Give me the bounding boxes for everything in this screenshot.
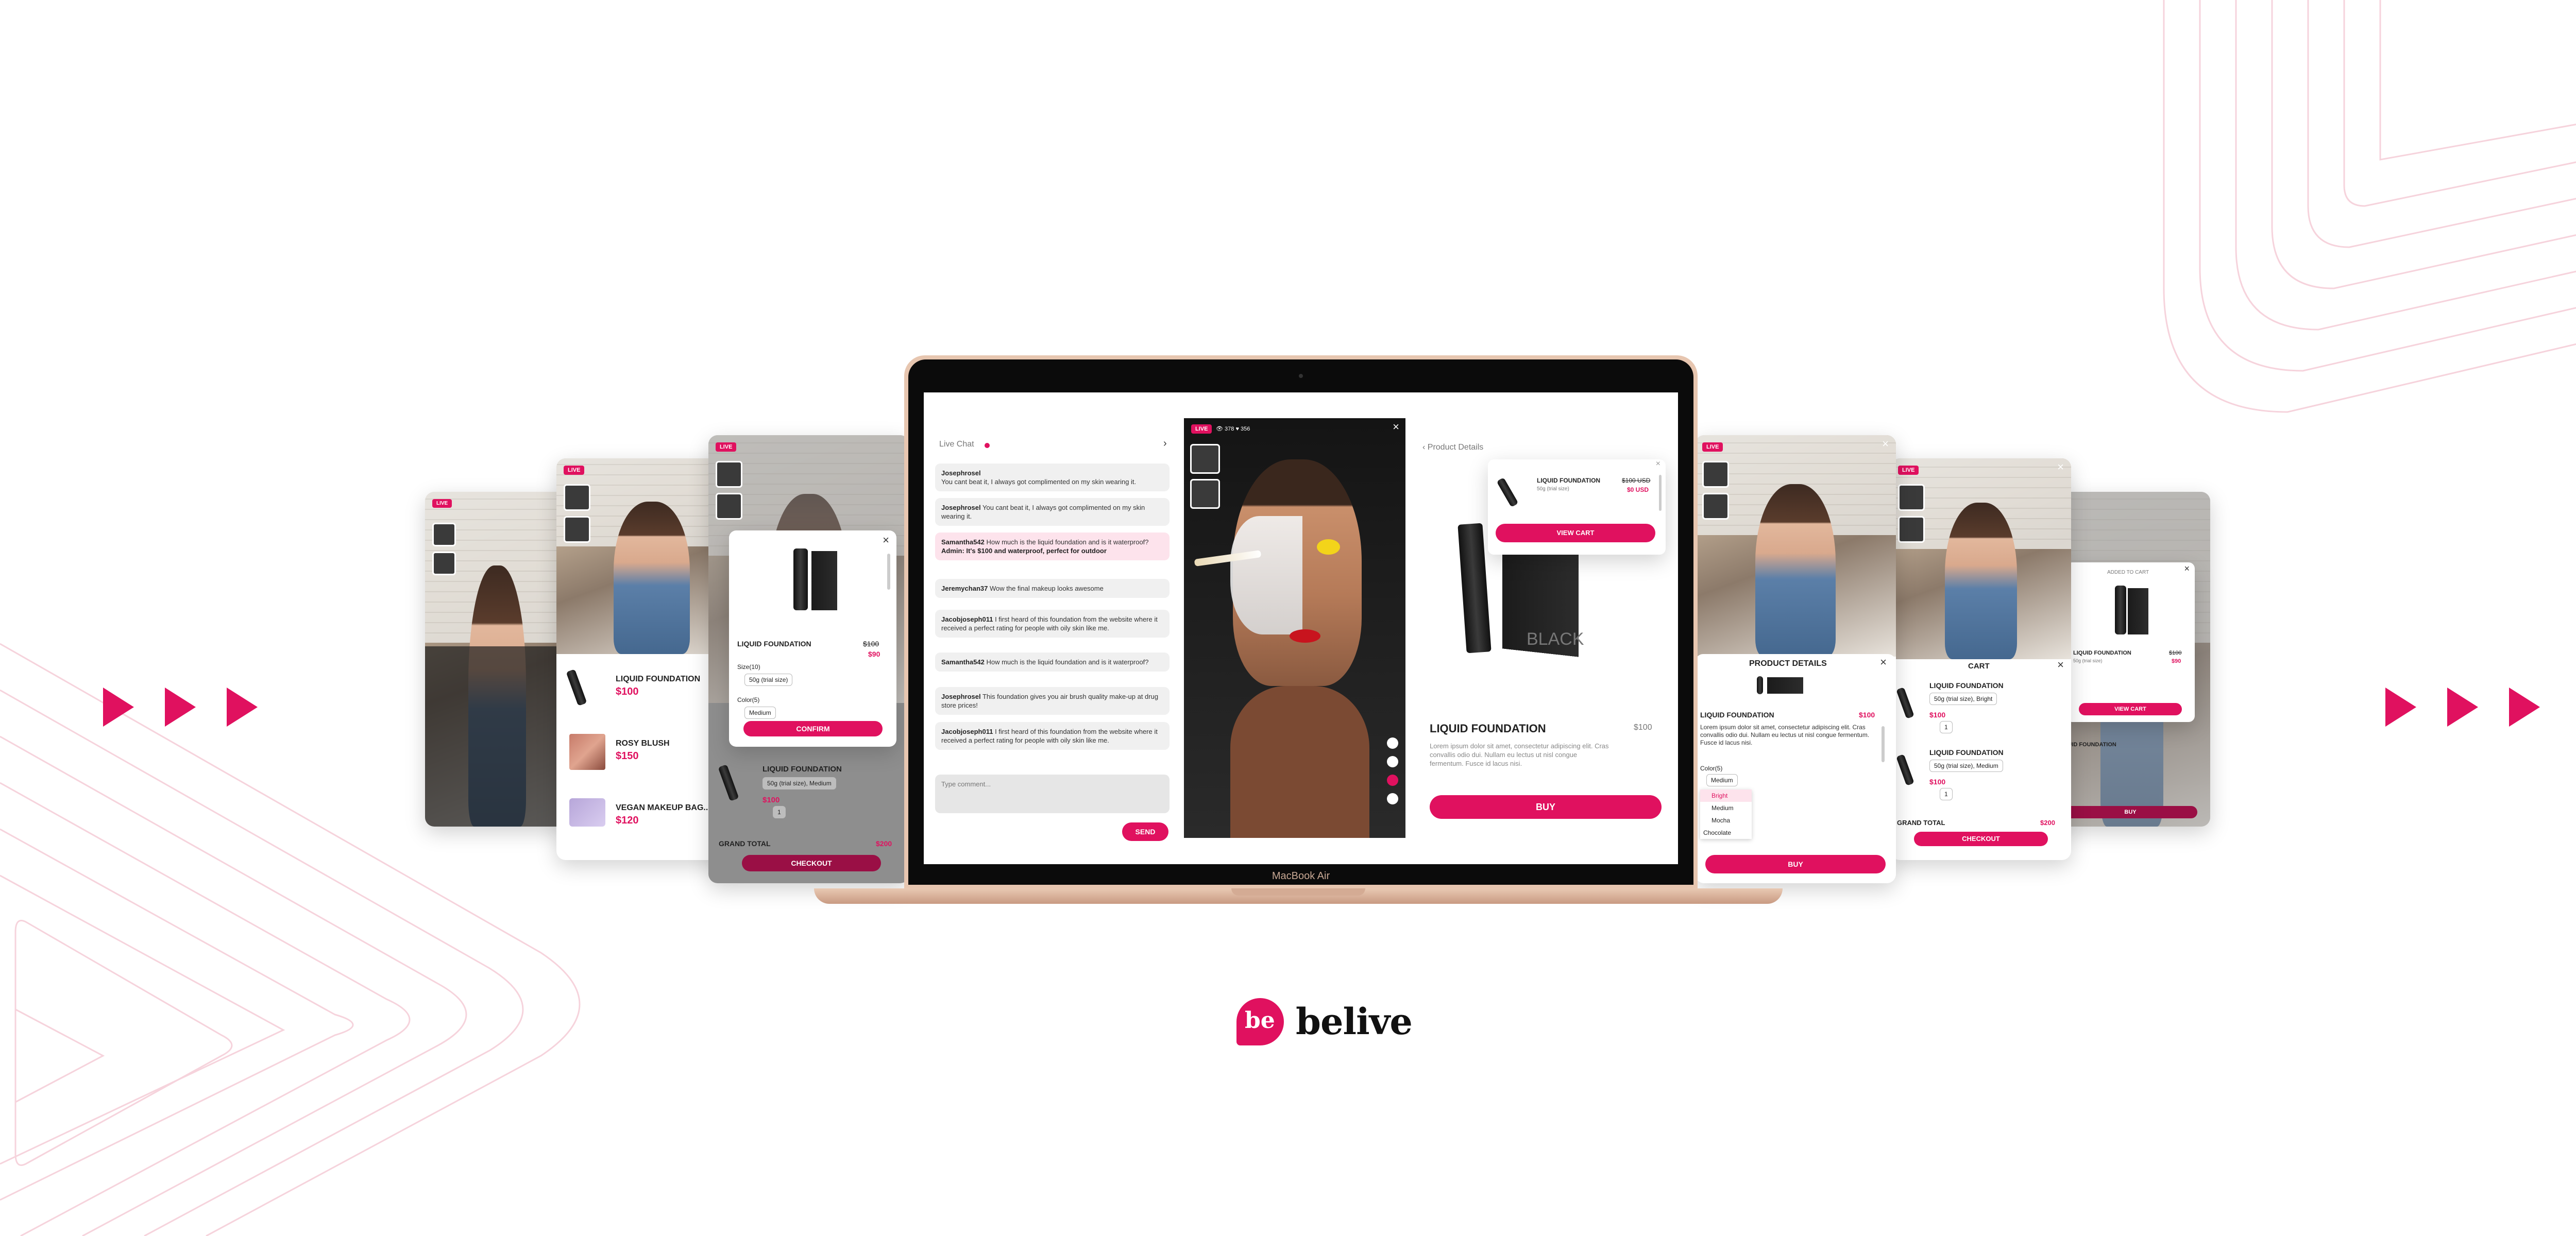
live-badge: LIVE	[1898, 466, 1919, 475]
size-select[interactable]: 50g (trial size)	[744, 674, 793, 686]
quantity-stepper[interactable]: 1	[1940, 721, 1953, 733]
product-name: LIQUID FOUNDATION	[1430, 722, 1546, 735]
old-price: $100	[2169, 650, 2182, 656]
size-label: Size(10)	[737, 663, 760, 671]
product-price: $100	[1929, 711, 1946, 719]
buy-button[interactable]: BUY	[2063, 806, 2197, 818]
logo-wordmark: belive	[1296, 1000, 1413, 1043]
added-to-cart-popup: × ADDED TO CART LIQUID FOUNDATION $100 $…	[2066, 562, 2195, 722]
chat-message: Jacobjoseph011 I first heard of this fou…	[935, 610, 1170, 638]
product-name: LIQUID FOUNDATION	[1537, 477, 1601, 484]
product-thumbnail[interactable]	[1190, 444, 1220, 474]
cart-item: LIQUID FOUNDATION 50g (trial size), Medi…	[1891, 744, 2071, 811]
chat-message: Josephrosel You cant beat it, I always go…	[935, 464, 1170, 491]
product-name: LIQUID FOUNDATION	[616, 675, 701, 683]
product-price: $100	[1859, 711, 1875, 719]
old-price: $100 USD	[1622, 477, 1651, 484]
checkout-button[interactable]: CHECKOUT	[1914, 832, 2048, 846]
close-icon[interactable]: ×	[2057, 658, 2064, 672]
side-action-icons	[1387, 737, 1399, 804]
heart-icon[interactable]	[1387, 775, 1398, 786]
live-badge: LIVE	[1191, 424, 1212, 434]
right-card-2: LIVE × CART × LIQUID FOUNDATION 50g (tri…	[1891, 458, 2071, 860]
chat-message: Josephrosel This foundation gives you ai…	[935, 687, 1170, 715]
left-card-1: LIVE	[425, 492, 569, 827]
added-to-cart-popup: × LIQUID FOUNDATION 50g (trial size) $10…	[1488, 459, 1666, 555]
close-icon[interactable]: ×	[1882, 437, 1889, 451]
chat-title: Live Chat	[939, 440, 974, 449]
comment-input[interactable]: Type comment...	[935, 775, 1170, 813]
laptop-brand-label: MacBook Air	[1272, 870, 1330, 882]
share-icon[interactable]	[1387, 793, 1398, 804]
chat-icon[interactable]	[1387, 756, 1398, 767]
live-dot-icon	[985, 443, 990, 448]
live-badge: LIVE	[716, 442, 737, 452]
product-description: Lorem ipsum dolor sit amet, consectetur …	[1430, 742, 1609, 767]
right-arrows	[2385, 688, 2550, 731]
chat-message: Jeremychan37 Wow the final makeup looks …	[935, 579, 1170, 598]
back-link[interactable]: ‹ Product Details	[1422, 443, 1483, 452]
logo-mark: be	[1236, 998, 1284, 1045]
product-name: LIQUID FOUNDATION	[1929, 681, 2004, 690]
play-arrows-icon	[2385, 688, 2540, 727]
new-price: $0 USD	[1627, 486, 1649, 493]
play-arrows-icon	[103, 688, 258, 727]
product-name: LIQUID FOUNDATION	[2073, 650, 2131, 656]
viewer-count: 👁 378 ♥ 356	[1216, 426, 1250, 432]
close-icon[interactable]: ×	[2057, 460, 2064, 474]
live-badge: LIVE	[432, 499, 452, 508]
close-icon[interactable]: ×	[1880, 656, 1887, 669]
product-price: $100	[616, 686, 639, 697]
product-price: $100	[1929, 778, 1946, 786]
live-chat-panel: Live Chat › Josephrosel You cant beat it,…	[924, 418, 1181, 841]
buy-button[interactable]: BUY	[1430, 795, 1662, 819]
left-arrows	[103, 688, 268, 731]
view-cart-button[interactable]: VIEW CART	[2079, 703, 2182, 715]
chevron-right-icon[interactable]: ›	[1163, 438, 1167, 450]
product-price: $120	[616, 815, 639, 826]
laptop-screen: Live Chat › Josephrosel You cant beat it,…	[924, 392, 1678, 864]
product-thumbnail[interactable]	[1190, 479, 1220, 509]
chat-message: Josephrosel You cant beat it, I always g…	[935, 498, 1170, 526]
product-name: VEGAN MAKEUP BAG...	[616, 803, 710, 812]
close-icon[interactable]: ×	[1393, 420, 1399, 434]
cart-icon[interactable]	[1387, 737, 1398, 749]
view-cart-button[interactable]: VIEW CART	[1496, 524, 1655, 542]
belive-logo: be belive	[1236, 994, 1413, 1051]
variant-select[interactable]: 50g (trial size), Bright	[1929, 693, 1997, 705]
product-name: LIQUID FOUNDATION	[1929, 748, 2004, 757]
cart-title: CART	[1968, 662, 1990, 671]
added-to-cart-label: ADDED TO CART	[2107, 570, 2149, 575]
grand-total-label: GRAND TOTAL	[719, 839, 771, 848]
variant-label: 50g (trial size)	[1537, 486, 1569, 492]
product-price: $150	[616, 750, 639, 762]
grand-total-label: GRAND TOTAL	[1897, 819, 1945, 827]
chat-message: Samantha542 How much is the liquid found…	[935, 653, 1170, 672]
laptop: Live Chat › Josephrosel You cant beat it,…	[814, 355, 1783, 922]
product-price: $100	[1634, 723, 1652, 732]
send-button[interactable]: SEND	[1122, 822, 1168, 841]
variant-label: 50g (trial size)	[2073, 658, 2103, 663]
product-name: LIQUID FOUNDATION	[737, 640, 811, 648]
cart-item: LIQUID FOUNDATION 50g (trial size), Brig…	[1891, 677, 2071, 744]
close-icon[interactable]: ×	[2184, 563, 2190, 574]
close-icon[interactable]: ×	[1656, 459, 1660, 469]
grand-total-value: $200	[2040, 819, 2055, 827]
product-name: ROSY BLUSH	[616, 739, 670, 748]
live-badge: LIVE	[564, 466, 585, 475]
chat-message: Samantha542 How much is the liquid found…	[935, 533, 1170, 560]
live-video: LIVE 👁 378 ♥ 356 ×	[1184, 418, 1405, 838]
product-price: $100	[762, 796, 780, 804]
quantity-stepper[interactable]: 1	[1940, 788, 1953, 800]
chat-message: Jacobjoseph011 I first heard of this fou…	[935, 722, 1170, 750]
new-price: $90	[2172, 658, 2181, 664]
color-select[interactable]: Medium	[744, 707, 776, 719]
box-label: BLACK	[1527, 629, 1584, 649]
product-details-panel: ‹ Product Details BLACK × LIQUID FOUNDAT…	[1408, 418, 1678, 838]
quantity-stepper[interactable]: 1	[773, 806, 786, 818]
color-label: Color(5)	[737, 696, 760, 703]
variant-select[interactable]: 50g (trial size), Medium	[1929, 760, 2003, 772]
